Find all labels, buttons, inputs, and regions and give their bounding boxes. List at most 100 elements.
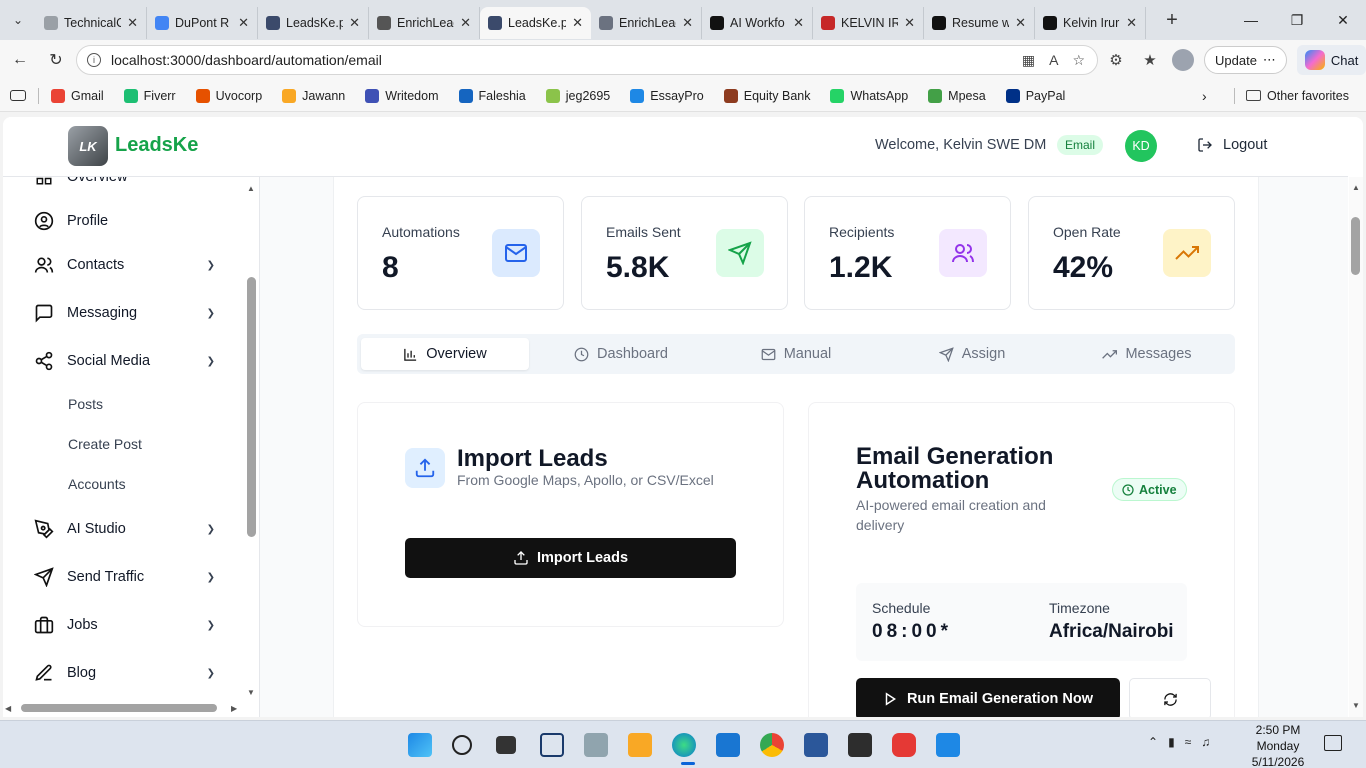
chevron-down-icon[interactable]: ❯ [207,668,215,679]
sidebar-item-blog[interactable]: Blog ❯ [33,660,215,686]
tab-actions-menu[interactable]: ⌄ [0,0,36,40]
leadske-logo[interactable]: LK [68,126,108,166]
maximize-icon[interactable]: ❐ [1274,0,1320,40]
update-button[interactable]: Update ⋯ [1204,46,1287,74]
user-avatar[interactable]: KD [1125,130,1157,162]
chevron-down-icon[interactable]: ❯ [207,572,215,583]
browser-tab[interactable]: DuPont R ✕ [147,7,258,39]
profile-avatar[interactable] [1172,49,1194,71]
widgets-icon[interactable] [540,733,564,757]
scroll-left-arrow-icon[interactable]: ◀ [5,704,11,713]
sidebar-item-overview[interactable]: Overview [33,177,215,190]
sidebar-subitem-posts[interactable]: Posts [68,396,103,412]
bookmark-item[interactable]: Mpesa [928,88,986,103]
chrome-icon[interactable] [760,733,784,757]
tab-close-icon[interactable]: ✕ [572,15,583,31]
word-icon[interactable] [804,733,828,757]
tab-close-icon[interactable]: ✕ [1126,15,1137,31]
sidebar-item-jobs[interactable]: Jobs ❯ [33,612,215,638]
sidebar-scrollbar[interactable] [247,277,256,537]
import-leads-button[interactable]: Import Leads [405,538,736,578]
scroll-right-arrow-icon[interactable]: ▶ [231,704,237,713]
tab-close-icon[interactable]: ✕ [127,15,138,31]
bookmark-item[interactable]: Gmail [51,88,104,103]
app-icon[interactable] [584,733,608,757]
sidebar-item-profile[interactable]: Profile [33,208,215,234]
bookmark-item[interactable]: PayPal [1005,88,1065,103]
tab-messages[interactable]: Messages [1063,338,1231,370]
notifications-icon[interactable] [1324,735,1342,751]
sidebar-horizontal-scrollbar[interactable] [21,704,217,712]
tab-manual[interactable]: Manual [712,338,880,370]
vscode-icon[interactable] [936,733,960,757]
scroll-up-arrow-icon[interactable]: ▲ [247,184,255,193]
minimize-icon[interactable]: — [1228,0,1274,40]
browser-tab[interactable]: LeadsKe.p ✕ [258,7,369,39]
browser-tab[interactable]: Kelvin Irur ✕ [1035,7,1146,39]
bookmark-item[interactable]: Jawann [282,88,345,103]
bookmark-item[interactable]: Equity Bank [723,88,810,103]
other-favorites[interactable]: Other favorites [1246,89,1349,103]
file-explorer-icon[interactable] [628,733,652,757]
browser-tab[interactable]: EnrichLead ✕ [369,7,480,39]
youtube-icon[interactable] [892,733,916,757]
browser-tab[interactable]: TechnicalC ✕ [36,7,147,39]
bookmark-item[interactable]: Faleshia [458,88,526,103]
tab-close-icon[interactable]: ✕ [904,15,915,31]
bookmark-item[interactable]: EssayPro [630,88,704,103]
tab-close-icon[interactable]: ✕ [1015,15,1026,31]
browser-tab[interactable]: Resume w ✕ [924,7,1035,39]
bookmarks-overflow-icon[interactable]: › [1202,88,1207,104]
browser-tab[interactable]: AI Workfo ✕ [702,7,813,39]
ai-app-icon[interactable] [848,733,872,757]
page-scroll-down-icon[interactable]: ▼ [1352,701,1360,710]
bookmark-item[interactable]: jeg2695 [545,88,610,103]
copilot-chat-button[interactable]: Chat [1296,45,1366,75]
sidebar-item-send-traffic[interactable]: Send Traffic ❯ [33,564,215,590]
chevron-down-icon[interactable]: ❯ [207,260,215,271]
brand-name[interactable]: LeadsKe [115,134,198,157]
search-icon[interactable] [452,735,472,755]
read-aloud-icon[interactable]: A [1049,52,1058,69]
sidebar-item-messaging[interactable]: Messaging ❯ [33,300,215,326]
page-scrollbar-thumb[interactable] [1351,217,1360,275]
tab-assign[interactable]: Assign [888,338,1056,370]
run-email-generation-button[interactable]: Run Email Generation Now [856,678,1120,717]
sidebar-subitem-create-post[interactable]: Create Post [68,436,142,452]
favorite-star-icon[interactable]: ☆ [1072,52,1085,69]
task-view-icon[interactable] [496,736,516,754]
scroll-down-arrow-icon[interactable]: ▼ [247,688,255,697]
url-field[interactable]: i localhost:3000/dashboard/automation/em… [76,45,1098,75]
sidebar-item-social-media[interactable]: Social Media ❯ [33,348,215,374]
page-scroll-up-icon[interactable]: ▲ [1352,183,1360,192]
start-icon[interactable] [408,733,432,757]
sidebar-subitem-accounts[interactable]: Accounts [68,476,126,492]
bookmark-item[interactable]: Fiverr [123,88,176,103]
browser-tab[interactable]: LeadsKe.p ✕ [480,7,591,39]
tab-overview[interactable]: Overview [361,338,529,370]
tab-close-icon[interactable]: ✕ [238,15,249,31]
extensions-icon[interactable]: ⚙ [1104,51,1128,69]
browser-tab[interactable]: EnrichLead ✕ [591,7,702,39]
volume-icon[interactable]: ♫ [1201,735,1210,749]
site-info-icon[interactable]: i [87,53,101,67]
reading-view-icon[interactable] [10,90,26,101]
new-tab-button[interactable]: + [1154,9,1190,32]
browser-tab[interactable]: KELVIN IRI ✕ [813,7,924,39]
battery-icon[interactable]: ▮ [1168,735,1175,749]
logout-button[interactable]: Logout [1197,137,1267,153]
refresh-button[interactable] [1129,678,1211,717]
chevron-up-icon[interactable]: ⌃ [1148,735,1158,749]
close-window-icon[interactable]: ✕ [1320,0,1366,40]
bookmark-item[interactable]: WhatsApp [830,88,908,103]
tab-close-icon[interactable]: ✕ [349,15,360,31]
bookmark-item[interactable]: Uvocorp [195,88,262,103]
back-icon[interactable]: ← [2,51,38,69]
tab-close-icon[interactable]: ✕ [793,15,804,31]
favorites-icon[interactable]: ★ [1138,51,1162,69]
chevron-down-icon[interactable]: ❯ [207,620,215,631]
tab-dashboard[interactable]: Dashboard [537,338,705,370]
refresh-icon[interactable]: ↻ [38,50,74,70]
tab-close-icon[interactable]: ✕ [682,15,693,31]
chevron-down-icon[interactable]: ❯ [207,524,215,535]
